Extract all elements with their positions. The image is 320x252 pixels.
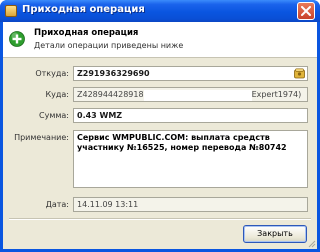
to-field[interactable]: Z428944428918 Expert1974): [73, 87, 308, 102]
resize-grip-icon[interactable]: [306, 238, 316, 248]
note-label: Примечание:: [14, 133, 69, 142]
date-field[interactable]: 14.11.09 13:11: [73, 197, 308, 212]
amount-label: Сумма:: [39, 111, 69, 120]
title-bar[interactable]: Приходная операция: [0, 0, 320, 22]
from-label: Откуда:: [35, 69, 69, 78]
divider: [9, 218, 311, 220]
purse-icon[interactable]: [294, 68, 305, 79]
from-field[interactable]: Z291936329690: [73, 66, 308, 81]
amount-field[interactable]: 0.43 WMZ: [73, 108, 308, 123]
date-value: 14.11.09 13:11: [77, 200, 139, 209]
dialog-body: Приходная операция Детали операции приве…: [3, 22, 317, 249]
close-button[interactable]: Закрыть: [243, 225, 307, 243]
note-line: Сервис WMPUBLIC.COM: выплата средств: [77, 133, 270, 142]
amount-value: 0.43 WMZ: [77, 111, 123, 120]
to-value-end: Expert1974): [251, 90, 302, 99]
plus-icon: [9, 31, 25, 47]
window-title: Приходная операция: [22, 4, 145, 15]
note-field[interactable]: Сервис WMPUBLIC.COM: выплата средств уча…: [73, 130, 308, 188]
close-window-button[interactable]: [297, 2, 315, 20]
header-band: Приходная операция Детали операции приве…: [3, 22, 317, 58]
header-title: Приходная операция: [34, 28, 139, 38]
redacted-area: [143, 90, 252, 101]
from-value: Z291936329690: [77, 69, 150, 78]
header-subtitle: Детали операции приведены ниже: [34, 41, 184, 50]
note-line: участнику №16525, номер перевода №80742: [77, 143, 287, 152]
dialog-window: Приходная операция Приходная операция Де…: [0, 0, 320, 252]
close-icon: [301, 6, 311, 16]
to-value-start: Z428944428918: [77, 90, 144, 99]
date-label: Дата:: [45, 200, 69, 209]
app-icon: [5, 5, 17, 17]
to-label: Куда:: [45, 90, 69, 99]
